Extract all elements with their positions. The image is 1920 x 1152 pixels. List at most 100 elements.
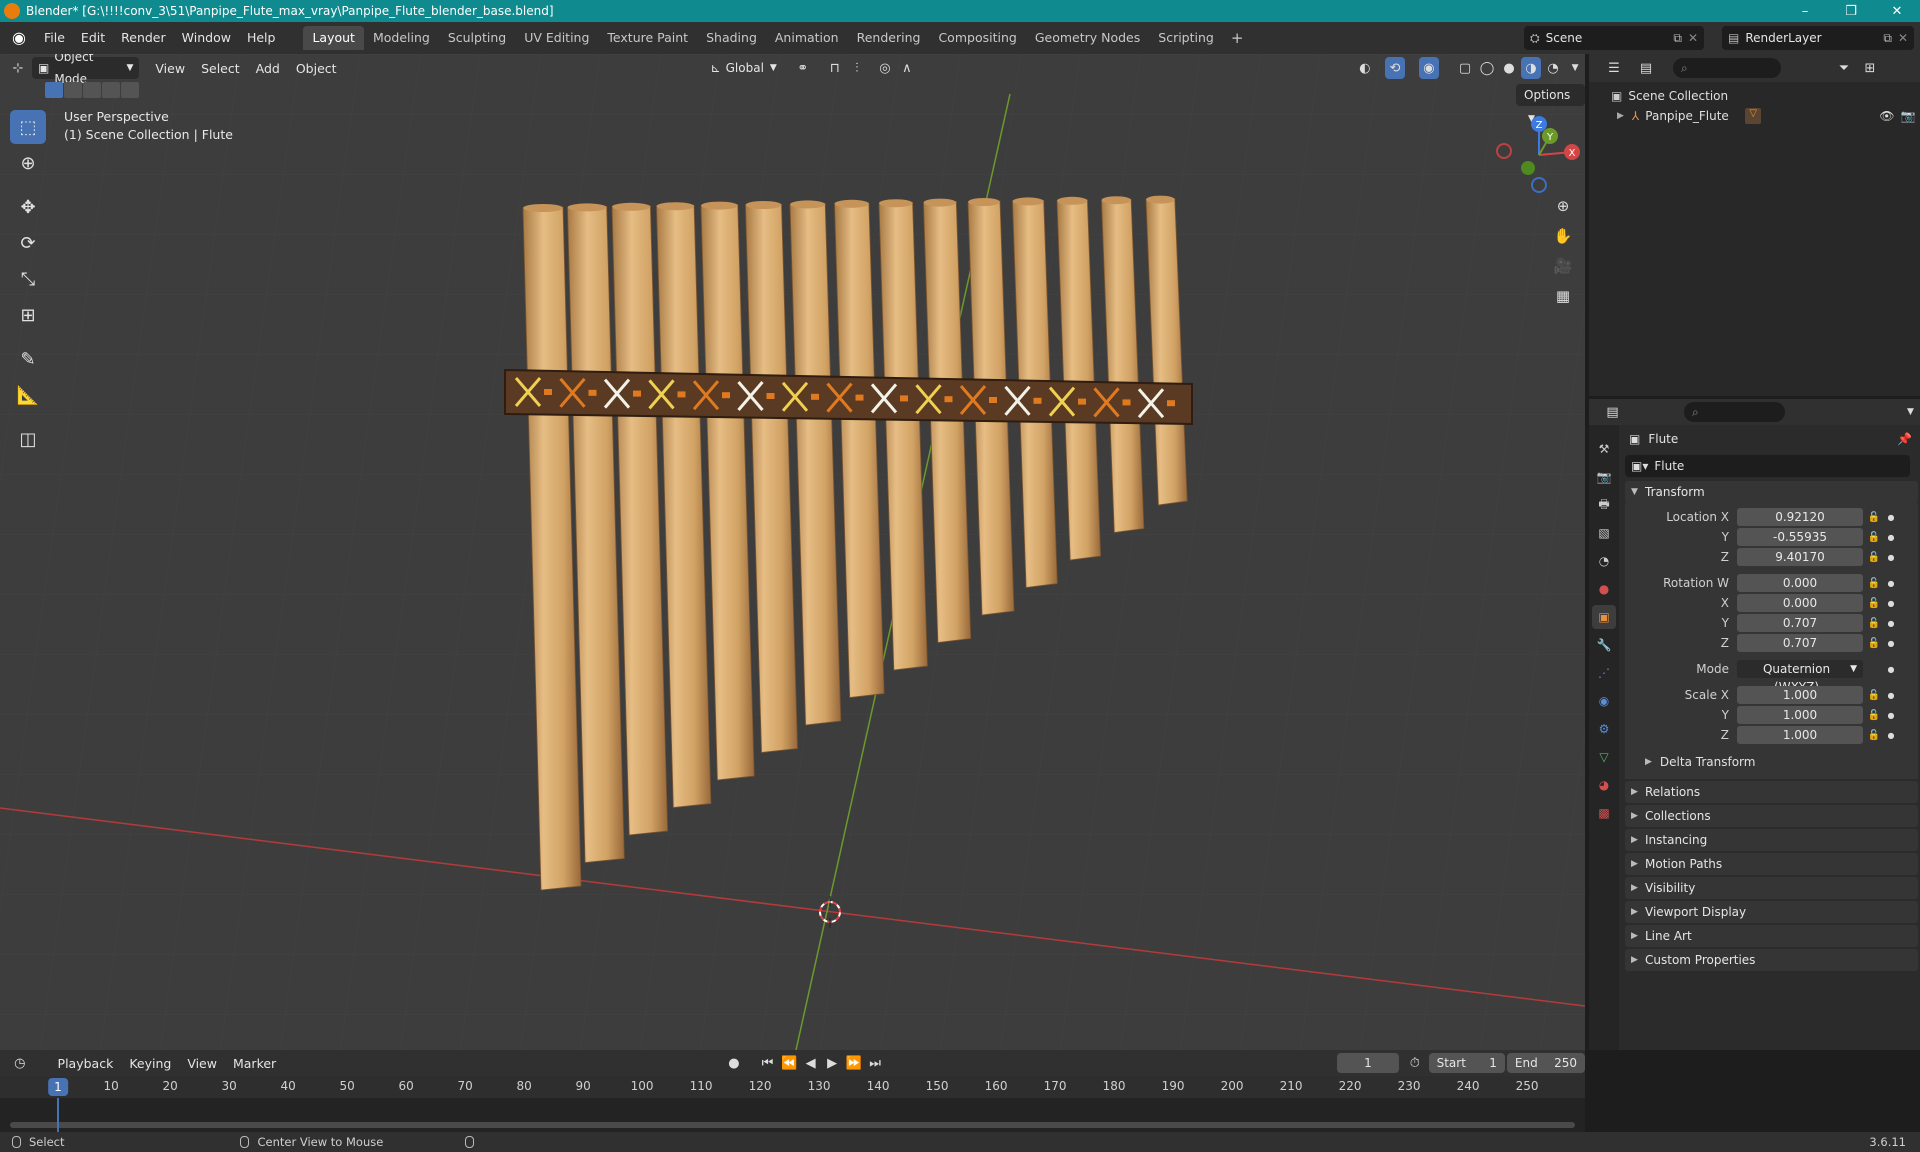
mode-selector[interactable]: ▣ Object Mode ▼ xyxy=(32,54,140,86)
scene-tab-icon[interactable]: ◔ xyxy=(1592,549,1616,573)
scene-selector[interactable]: ⛭ Scene ⧉ ✕ xyxy=(1524,26,1704,50)
prev-keyframe-icon[interactable]: ⏪ xyxy=(779,1052,799,1074)
orientation-selector[interactable]: ⊾ Global ▼ xyxy=(705,57,783,79)
outliner-item[interactable]: ▶ ⅄ Panpipe_Flute ▽ 👁 📷 xyxy=(1611,106,1920,126)
new-collection-icon[interactable]: ⊞ xyxy=(1859,57,1881,79)
scene-new-icon[interactable]: ⧉ xyxy=(1673,31,1682,46)
xray-icon[interactable]: ▢ xyxy=(1455,57,1475,79)
rotation-z-field[interactable]: 0.707 xyxy=(1737,634,1863,652)
keyframe-dot-icon[interactable]: ● xyxy=(1885,599,1897,608)
select-new-icon[interactable] xyxy=(45,82,63,98)
timeline-editor-icon[interactable]: ◷ xyxy=(10,1052,30,1074)
falloff-icon[interactable]: ∧ xyxy=(897,57,917,79)
snap-target-icon[interactable]: ⫶ xyxy=(847,57,867,79)
select-extend-icon[interactable] xyxy=(64,82,82,98)
timeline-track[interactable] xyxy=(0,1098,1585,1132)
keyframe-dot-icon[interactable]: ● xyxy=(1885,513,1897,522)
minimize-button[interactable]: – xyxy=(1782,0,1828,22)
delta-transform-header[interactable]: ▶ Delta Transform xyxy=(1625,751,1918,773)
data-tab-icon[interactable]: ▽ xyxy=(1592,745,1616,769)
scale-z-field[interactable]: 1.000 xyxy=(1737,726,1863,744)
select-box-tool-icon[interactable]: ⬚ xyxy=(10,110,46,144)
keyframe-dot-icon[interactable]: ● xyxy=(1885,665,1897,674)
timeline-scrollbar[interactable] xyxy=(10,1122,1575,1128)
panel-viewport-display[interactable]: ▶ Viewport Display xyxy=(1625,901,1918,923)
keyframe-dot-icon[interactable]: ● xyxy=(1885,639,1897,648)
panel-line-art[interactable]: ▶ Line Art xyxy=(1625,925,1918,947)
zoom-icon[interactable]: ⊕ xyxy=(1548,192,1578,220)
lock-icon[interactable]: 🔓 xyxy=(1863,710,1885,721)
filter-icon[interactable]: ⏷ xyxy=(1833,57,1855,79)
keyframe-dot-icon[interactable]: ● xyxy=(1885,579,1897,588)
menu-file[interactable]: File xyxy=(36,26,73,50)
panel-collections[interactable]: ▶ Collections xyxy=(1625,805,1918,827)
view-layer-selector[interactable]: ▤ RenderLayer ⧉ ✕ xyxy=(1722,26,1914,50)
keyframe-dot-icon[interactable]: ● xyxy=(1885,691,1897,700)
blender-menu-icon[interactable]: ◉ xyxy=(8,27,30,49)
visibility-icon[interactable]: ◐ xyxy=(1355,57,1375,79)
keyframe-dot-icon[interactable]: ● xyxy=(1885,731,1897,740)
navigation-gizmo[interactable]: Z X Y xyxy=(1494,110,1584,200)
chevron-down-icon[interactable]: ▼ xyxy=(1565,57,1585,79)
lock-icon[interactable]: 🔓 xyxy=(1863,638,1885,649)
proportional-edit-icon[interactable]: ◎ xyxy=(875,57,895,79)
annotate-tool-icon[interactable]: ✎ xyxy=(10,342,46,376)
maximize-button[interactable]: ❐ xyxy=(1828,0,1874,22)
rotation-y-field[interactable]: 0.707 xyxy=(1737,614,1863,632)
lock-icon[interactable]: 🔓 xyxy=(1863,730,1885,741)
tab-animation[interactable]: Animation xyxy=(766,26,848,50)
lock-icon[interactable]: 🔓 xyxy=(1863,598,1885,609)
keyframe-dot-icon[interactable]: ● xyxy=(1885,619,1897,628)
location-x-field[interactable]: 0.92120 xyxy=(1737,508,1863,526)
rendered-shading-icon[interactable]: ◔ xyxy=(1543,57,1563,79)
scene-remove-icon[interactable]: ✕ xyxy=(1688,31,1698,45)
pan-hand-icon[interactable]: ✋ xyxy=(1548,222,1578,250)
tab-layout[interactable]: Layout xyxy=(303,26,364,50)
select-intersect-icon[interactable] xyxy=(121,82,139,98)
scene-collection-row[interactable]: ▣ Scene Collection xyxy=(1611,86,1920,106)
menu-add[interactable]: Add xyxy=(248,61,288,76)
material-shading-icon[interactable]: ◑ xyxy=(1521,57,1542,79)
menu-render[interactable]: Render xyxy=(113,26,174,50)
pin-icon[interactable]: 📌 xyxy=(1897,432,1912,446)
menu-keying[interactable]: Keying xyxy=(121,1056,179,1071)
next-keyframe-icon[interactable]: ⏩ xyxy=(844,1052,864,1074)
outliner-editor-icon[interactable]: ☰ xyxy=(1603,57,1625,79)
transform-panel-header[interactable]: ▼ Transform xyxy=(1625,481,1918,503)
gizmo-toggle-icon[interactable]: ⟲ xyxy=(1384,57,1405,79)
select-subtract-icon[interactable] xyxy=(83,82,101,98)
pivot-icon[interactable]: ⚭ xyxy=(793,57,813,79)
overlay-toggle-icon[interactable]: ◉ xyxy=(1418,57,1439,79)
tab-geometry-nodes[interactable]: Geometry Nodes xyxy=(1026,26,1149,50)
measure-tool-icon[interactable]: 📐 xyxy=(10,378,46,412)
start-frame-field[interactable]: Start 1 xyxy=(1428,1053,1505,1073)
render-tab-icon[interactable]: 📷 xyxy=(1592,465,1616,489)
properties-search-input[interactable]: ⌕ xyxy=(1683,402,1786,422)
view-layer-remove-icon[interactable]: ✕ xyxy=(1898,31,1908,45)
play-reverse-icon[interactable]: ◀ xyxy=(801,1052,821,1074)
constraints-tab-icon[interactable]: ⚙ xyxy=(1592,717,1616,741)
rotation-mode-select[interactable]: Quaternion (WXYZ) ▼ xyxy=(1737,660,1863,694)
tab-uv-editing[interactable]: UV Editing xyxy=(515,26,598,50)
close-button[interactable]: ✕ xyxy=(1874,0,1920,22)
add-cube-tool-icon[interactable]: ◫ xyxy=(10,422,46,456)
timeline-ruler[interactable]: 1 10 20 30 40 50 60 70 80 90 100 110 120 130 140 150 160… xyxy=(0,1076,1585,1098)
jump-start-icon[interactable]: ⏮ xyxy=(758,1052,778,1074)
editor-type-icon[interactable]: ⊹ xyxy=(8,57,28,79)
viewport-scene[interactable] xyxy=(0,54,1585,1050)
scale-tool-icon[interactable]: ⤡ xyxy=(10,262,46,296)
object-tab-icon[interactable]: ▣ xyxy=(1592,605,1616,629)
lock-icon[interactable]: 🔓 xyxy=(1863,552,1885,563)
snap-icon[interactable]: ⊓ xyxy=(825,57,845,79)
scale-x-field[interactable]: 1.000 xyxy=(1737,686,1863,704)
outliner-search-input[interactable]: ⌕ xyxy=(1673,58,1781,78)
menu-object[interactable]: Object xyxy=(288,61,345,76)
physics-tab-icon[interactable]: ◉ xyxy=(1592,689,1616,713)
camera-view-icon[interactable]: 🎥 xyxy=(1548,252,1578,280)
menu-marker[interactable]: Marker xyxy=(225,1056,284,1071)
panel-custom-properties[interactable]: ▶ Custom Properties xyxy=(1625,949,1918,971)
current-frame-field[interactable]: 1 xyxy=(1336,1053,1400,1073)
chevron-down-icon[interactable]: ▼ xyxy=(1901,401,1920,423)
play-icon[interactable]: ▶ xyxy=(822,1052,842,1074)
particles-tab-icon[interactable]: ⋰ xyxy=(1592,661,1616,685)
